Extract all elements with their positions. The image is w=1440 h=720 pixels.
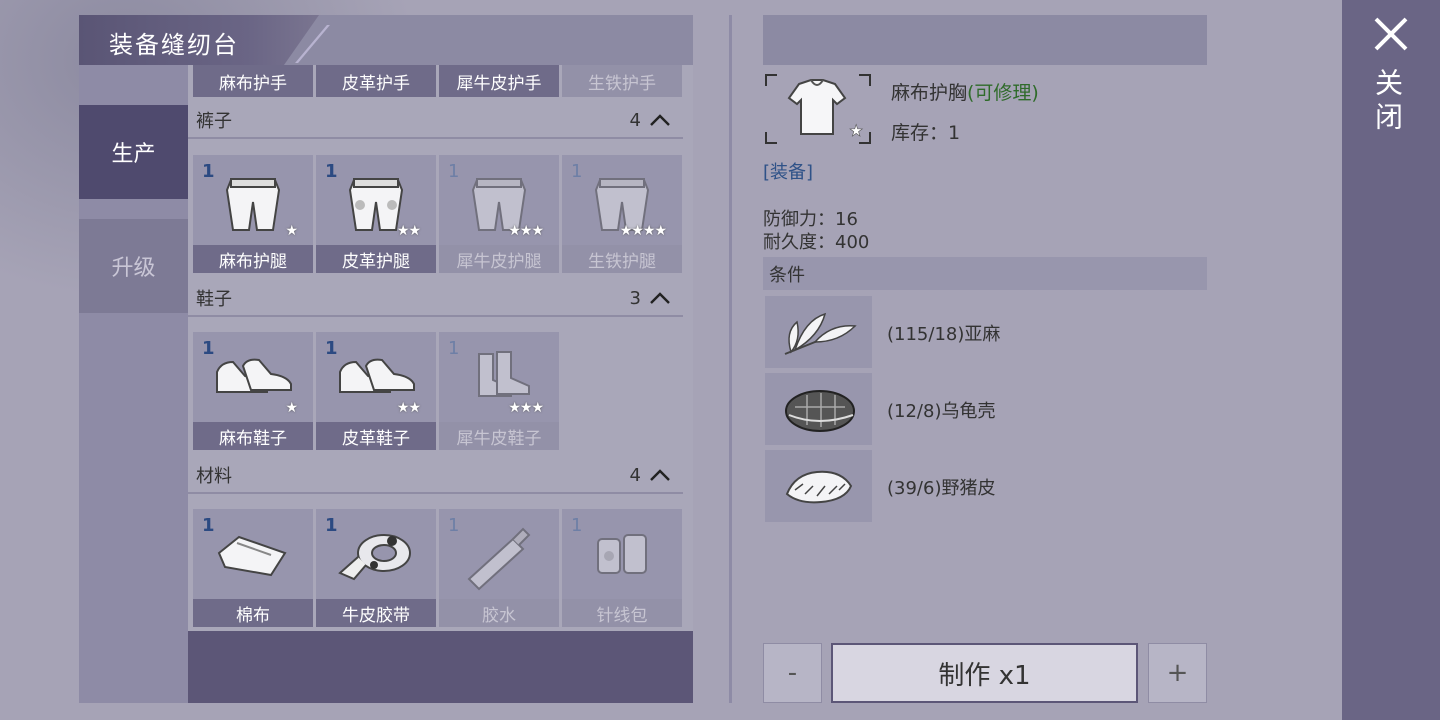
- close-label[interactable]: 关闭: [1371, 68, 1407, 136]
- section-count: 4: [629, 109, 641, 131]
- boar-hide-icon: [785, 470, 853, 504]
- item-detail-panel: ★ 麻布护胸(可修理) 库存：1 [装备] 防御力：16 耐久度：400 条件 …: [763, 15, 1207, 705]
- increase-quantity-button[interactable]: +: [1148, 643, 1207, 703]
- item-label: 牛皮胶带: [316, 599, 436, 627]
- recipe-item-leather-gloves[interactable]: 皮革护手: [316, 65, 436, 97]
- decrease-quantity-button[interactable]: -: [763, 643, 822, 703]
- rarity-stars: ★: [285, 400, 298, 416]
- section-header-materials[interactable]: 材料 4: [188, 458, 683, 494]
- material-row[interactable]: (12/8)乌龟壳: [765, 373, 1205, 445]
- section-title: 鞋子: [196, 289, 232, 310]
- item-label: 麻布鞋子: [193, 422, 313, 450]
- material-row[interactable]: (39/6)野猪皮: [765, 450, 1205, 522]
- repairable-note: (可修理): [967, 82, 1039, 104]
- shoes-row: 1 ★ 麻布鞋子 1 ★★ 皮革鞋子 1 ★★★ 犀牛皮鞋子: [193, 332, 683, 450]
- rarity-stars: ★★: [396, 400, 421, 416]
- item-label: 犀牛皮鞋子: [439, 422, 559, 450]
- item-label: 棉布: [193, 599, 313, 627]
- section-title: 裤子: [196, 111, 232, 132]
- recipe-item-cotton-cloth[interactable]: 1 棉布: [193, 509, 313, 627]
- page-title: 装备缝纫台: [109, 31, 239, 59]
- tab-production[interactable]: 生产: [79, 105, 188, 199]
- gloves-row: 麻布护手 皮革护手 犀牛皮护手 生铁护手: [193, 65, 683, 97]
- item-label: 麻布护腿: [193, 245, 313, 273]
- recipe-item-rhino-leggings[interactable]: 1 ★★★ 犀牛皮护腿: [439, 155, 559, 273]
- item-label: 皮革护腿: [316, 245, 436, 273]
- chevron-up-icon: [650, 292, 670, 304]
- item-label: 针线包: [562, 599, 682, 627]
- material-requirement: (39/6)野猪皮: [887, 478, 996, 499]
- item-count: 1: [202, 161, 215, 182]
- sewing-kit-icon: [597, 534, 647, 574]
- glue-icon: [467, 527, 531, 591]
- recipe-item-linen-gloves[interactable]: 麻布护手: [193, 65, 313, 97]
- item-label: 胶水: [439, 599, 559, 627]
- recipe-item-linen-leggings[interactable]: 1 ★ 麻布护腿: [193, 155, 313, 273]
- equipment-preview[interactable]: ★: [763, 72, 871, 144]
- material-requirement: (115/18)亚麻: [887, 324, 1001, 345]
- close-icon[interactable]: [1372, 15, 1410, 53]
- turtle-shell-icon: [785, 390, 855, 432]
- item-count: 1: [202, 515, 215, 536]
- recipe-item-glue[interactable]: 1 胶水: [439, 509, 559, 627]
- pants-row: 1 ★ 麻布护腿 1 ★★ 皮革护腿 1 ★★★ 犀牛皮护腿 1 ★★★★ 生铁…: [193, 155, 683, 273]
- close-panel[interactable]: 关闭: [1342, 0, 1440, 720]
- craft-button[interactable]: 制作 x1: [831, 643, 1138, 703]
- recipe-item-rhino-gloves[interactable]: 犀牛皮护手: [439, 65, 559, 97]
- recipe-item-rhino-shoes[interactable]: 1 ★★★ 犀牛皮鞋子: [439, 332, 559, 450]
- item-label: 犀牛皮护腿: [439, 245, 559, 273]
- item-label: 皮革鞋子: [316, 422, 436, 450]
- list-footer: [188, 631, 693, 703]
- equipment-tag: [装备]: [763, 162, 814, 183]
- material-row[interactable]: (115/18)亚麻: [765, 296, 1205, 368]
- stat-durability: 耐久度：400: [763, 232, 870, 253]
- recipe-item-iron-leggings[interactable]: 1 ★★★★ 生铁护腿: [562, 155, 682, 273]
- stock-count: 库存：1: [891, 122, 961, 144]
- category-tabs: 生产 升级: [79, 65, 188, 703]
- section-count: 3: [629, 287, 641, 309]
- recipe-item-iron-gloves[interactable]: 生铁护手: [562, 65, 682, 97]
- detail-header: [763, 15, 1207, 65]
- recipe-item-sewing-kit[interactable]: 1 针线包: [562, 509, 682, 627]
- chest-armor-icon: ★: [787, 79, 864, 140]
- section-title: 材料: [196, 466, 232, 487]
- recipe-list[interactable]: 麻布护手 皮革护手 犀牛皮护手 生铁护手 裤子 4 1 ★ 麻布护腿 1 ★★ …: [188, 65, 693, 703]
- item-label: 生铁护腿: [562, 245, 682, 273]
- materials-row: 1 棉布 1 牛皮胶带 1 胶水 1 针线包: [193, 509, 683, 627]
- section-count: 4: [629, 464, 641, 486]
- rarity-stars: ★★★: [508, 223, 544, 239]
- svg-text:★: ★: [849, 121, 863, 140]
- item-count: 1: [325, 338, 338, 359]
- recipe-item-leather-tape[interactable]: 1 牛皮胶带: [316, 509, 436, 627]
- item-count: 1: [325, 161, 338, 182]
- recipe-item-leather-shoes[interactable]: 1 ★★ 皮革鞋子: [316, 332, 436, 450]
- chevron-up-icon: [650, 469, 670, 481]
- section-header-pants[interactable]: 裤子 4: [188, 103, 683, 139]
- flax-icon: [784, 312, 857, 355]
- equipment-name: 麻布护胸(可修理): [891, 82, 1039, 104]
- chevron-up-icon: [650, 114, 670, 126]
- rarity-stars: ★★: [396, 223, 421, 239]
- rarity-stars: ★: [285, 223, 298, 239]
- section-header-shoes[interactable]: 鞋子 3: [188, 281, 683, 317]
- crafting-list-panel: 装备缝纫台 生产 升级 麻布护手 皮革护手 犀牛皮护手 生铁护手 裤子 4 1 …: [79, 15, 693, 703]
- material-requirement: (12/8)乌龟壳: [887, 401, 996, 422]
- conditions-header: 条件: [763, 257, 1207, 290]
- rarity-stars: ★★★: [508, 400, 544, 416]
- item-count: 1: [202, 338, 215, 359]
- rarity-stars: ★★★★: [619, 223, 667, 239]
- recipe-item-linen-shoes[interactable]: 1 ★ 麻布鞋子: [193, 332, 313, 450]
- panel-divider: [729, 15, 732, 703]
- recipe-item-leather-leggings[interactable]: 1 ★★ 皮革护腿: [316, 155, 436, 273]
- item-count: 1: [325, 515, 338, 536]
- tab-upgrade[interactable]: 升级: [79, 219, 188, 313]
